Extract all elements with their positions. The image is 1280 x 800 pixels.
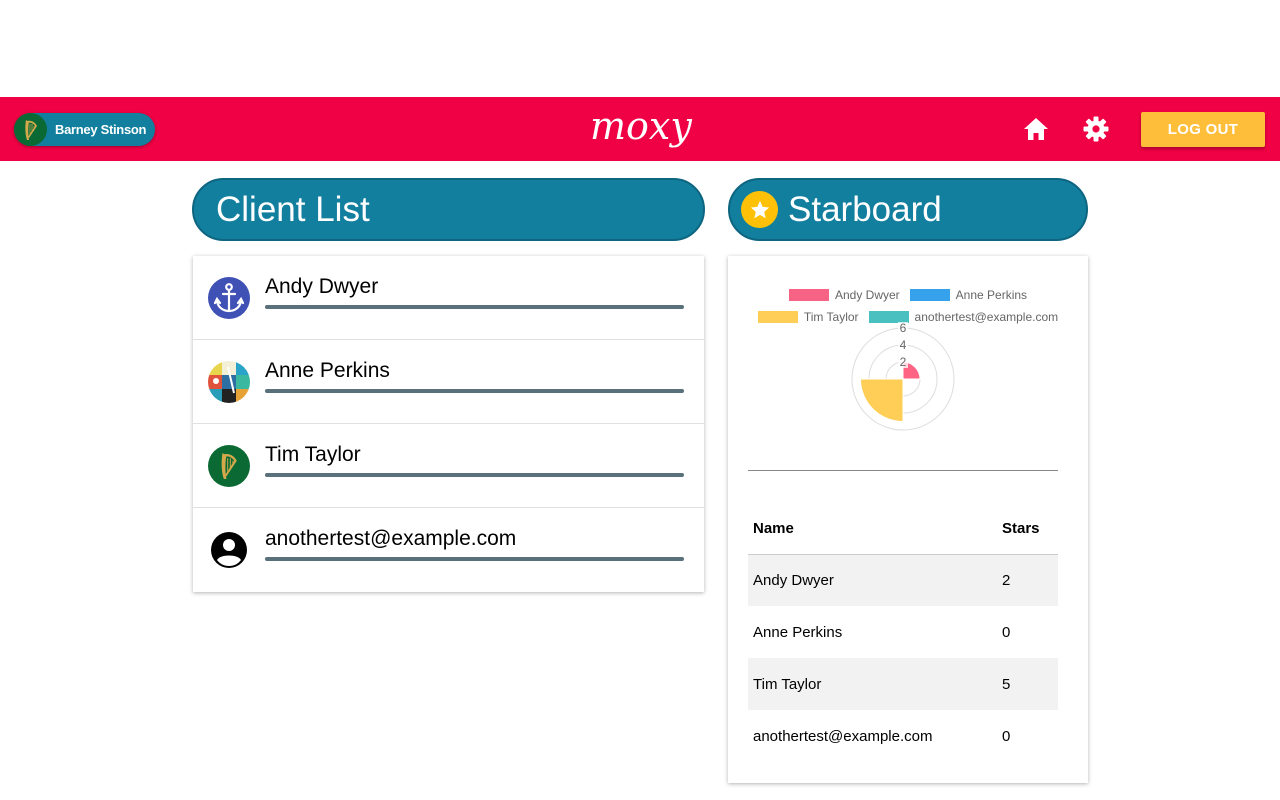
client-row[interactable]: Tim Taylor [193,424,704,508]
harp-icon [208,445,250,487]
table-cell-name: Tim Taylor [748,658,997,710]
table-header-name: Name [748,503,997,555]
client-row[interactable]: Anne Perkins [193,340,704,424]
table-row: Andy Dwyer 2 [748,554,1058,606]
table-cell-stars: 5 [997,658,1058,710]
starboard-card: Andy Dwyer Anne Perkins Tim Taylor anoth… [728,256,1088,783]
star-icon [741,191,778,228]
top-navbar: Barney Stinson moxy LOG OUT [0,97,1280,161]
home-icon[interactable] [1022,115,1050,143]
chart-divider [748,470,1058,471]
client-name: anothertest@example.com [265,527,517,550]
chart-tick-label: 2 [900,355,907,369]
svg-text:moxy: moxy [590,105,692,148]
table-cell-name: anothertest@example.com [753,727,933,745]
table-row: anothertest@example.com 0 [748,710,1058,762]
user-name: Barney Stinson [55,122,147,137]
table-row: Anne Perkins 0 [748,606,1058,658]
starboard-header: Starboard [728,178,1088,241]
client-name: Anne Perkins [265,359,390,382]
client-progress-bar [265,557,684,561]
client-list: Andy Dwyer Anne Perkins Tim Taylor anoth… [193,256,704,592]
table-header-stars: Stars [997,503,1058,555]
client-name: Andy Dwyer [265,275,379,298]
starboard-title: Starboard [788,189,942,229]
chart-tick-label: 4 [900,338,907,352]
client-progress-bar [265,305,684,309]
client-list-title: Client List [216,189,370,229]
anchor-icon [208,277,250,319]
client-row[interactable]: anothertest@example.com [193,508,704,592]
logout-button[interactable]: LOG OUT [1141,112,1265,147]
table-cell-name: Anne Perkins [753,623,843,641]
client-progress-bar [265,473,684,477]
brand-logo[interactable]: moxy [588,105,704,155]
polar-area-chart: 2 4 6 [851,321,955,431]
client-name: Tim Taylor [265,443,361,466]
table-row: Tim Taylor 5 [748,658,1058,710]
user-chip[interactable]: Barney Stinson [14,113,155,146]
table-cell-name: Andy Dwyer [748,554,997,606]
table-cell-stars: 2 [997,554,1058,606]
gear-icon[interactable] [1082,115,1110,143]
account-circle-icon [208,529,250,571]
chart-tick-label: 6 [900,321,907,335]
pattern-avatar [208,361,250,403]
harp-icon [14,113,47,146]
client-list-header: Client List [192,178,705,241]
client-row[interactable]: Andy Dwyer [193,256,704,340]
table-cell-stars: 0 [1002,623,1011,641]
table-cell-stars: 0 [1002,727,1011,745]
client-progress-bar [265,389,684,393]
stars-table: Name Stars Andy Dwyer 2 Anne Perkins 0 T… [748,503,1058,762]
